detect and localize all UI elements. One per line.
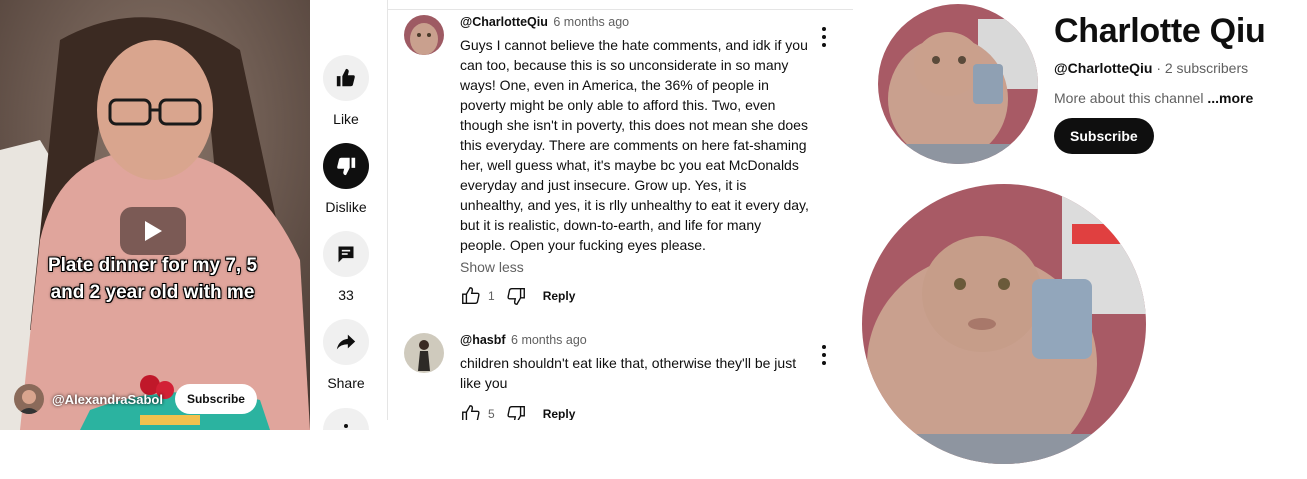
comment-header: @CharlotteQiu 6 months ago xyxy=(460,15,810,29)
comment-like-count: 1 xyxy=(488,289,495,303)
comments-count: 33 xyxy=(338,287,354,303)
reply-button[interactable]: Reply xyxy=(543,289,576,303)
channel-about[interactable]: More about this channel ...more xyxy=(1054,90,1253,106)
shorts-video-player[interactable]: Plate dinner for my 7, 5 and 2 year old … xyxy=(0,0,310,430)
channel-about-more-link[interactable]: ...more xyxy=(1207,90,1253,106)
panel-divider xyxy=(387,0,388,420)
channel-avatar-large xyxy=(862,184,1146,464)
comments-top-divider xyxy=(388,9,853,10)
comment-menu-icon[interactable] xyxy=(816,345,832,365)
play-icon xyxy=(145,221,162,241)
comment-thread-1: @CharlotteQiu 6 months ago Guys I cannot… xyxy=(404,15,844,315)
comment-thread-2: @hasbf 6 months ago children shouldn't e… xyxy=(404,333,844,433)
channel-name: Charlotte Qiu xyxy=(1054,12,1266,50)
more-vert-icon xyxy=(344,424,348,428)
channel-card-avatar[interactable] xyxy=(878,4,1038,164)
comment-menu-icon[interactable] xyxy=(816,27,832,47)
comment-actions: 1 Reply xyxy=(460,285,810,307)
comment-author[interactable]: @CharlotteQiu xyxy=(460,15,548,29)
youtube-shorts-screenshot: Plate dinner for my 7, 5 and 2 year old … xyxy=(0,0,1307,479)
comment-icon xyxy=(338,246,354,263)
comment-dislike-icon[interactable] xyxy=(505,285,527,307)
caption-line-2: and 2 year old with me xyxy=(50,282,255,303)
comment-text: Guys I cannot believe the hate comments,… xyxy=(460,37,809,253)
comment-timestamp[interactable]: 6 months ago xyxy=(511,333,587,347)
channel-subscribe-button[interactable]: Subscribe xyxy=(1054,118,1154,154)
more-actions-button[interactable] xyxy=(323,408,369,430)
share-action: Share xyxy=(318,319,374,391)
channel-handle: @CharlotteQiu xyxy=(1054,60,1153,76)
comment-header: @hasbf 6 months ago xyxy=(460,333,810,347)
comment-body: @hasbf 6 months ago children shouldn't e… xyxy=(460,333,810,425)
share-arrow-icon xyxy=(336,334,356,350)
dislike-label: Dislike xyxy=(325,199,367,215)
video-channel-row: @AlexandraSabol Subscribe xyxy=(14,384,257,414)
comment-author[interactable]: @hasbf xyxy=(460,333,506,347)
video-subscribe-button[interactable]: Subscribe xyxy=(174,384,257,414)
comments-button[interactable] xyxy=(323,231,369,277)
show-less-button[interactable]: Show less xyxy=(460,259,810,275)
comment-timestamp[interactable]: 6 months ago xyxy=(553,15,629,29)
comment-avatar[interactable] xyxy=(404,15,444,55)
reply-button[interactable]: Reply xyxy=(543,407,576,421)
like-label: Like xyxy=(333,111,359,127)
share-button[interactable] xyxy=(323,319,369,365)
dislike-button[interactable] xyxy=(323,143,369,189)
shorts-action-bar: Like Dislike 33 Share xyxy=(318,0,374,430)
comment-body: @CharlotteQiu 6 months ago Guys I cannot… xyxy=(460,15,810,307)
thumbs-up-icon xyxy=(336,68,355,87)
play-button[interactable] xyxy=(120,207,186,255)
thumbs-down-icon xyxy=(337,157,356,176)
share-label: Share xyxy=(327,375,365,391)
comment-text: children shouldn't eat like that, otherw… xyxy=(460,355,797,391)
channel-about-text: More about this channel xyxy=(1054,90,1208,106)
video-channel-handle[interactable]: @AlexandraSabol xyxy=(52,392,163,407)
subscriber-count: · 2 subscribers xyxy=(1156,60,1249,76)
comment-avatar[interactable] xyxy=(404,333,444,373)
comments-action: 33 xyxy=(318,231,374,303)
video-caption: Plate dinner for my 7, 5 and 2 year old … xyxy=(10,252,295,306)
comment-like-icon[interactable] xyxy=(460,285,482,307)
comments-clip-mask xyxy=(388,420,858,479)
channel-meta: @CharlotteQiu · 2 subscribers xyxy=(1054,60,1248,76)
like-action: Like xyxy=(318,55,374,127)
dislike-action: Dislike xyxy=(318,143,374,215)
caption-line-1: Plate dinner for my 7, 5 xyxy=(47,255,258,276)
channel-avatar[interactable] xyxy=(14,384,44,414)
comment-like-count: 5 xyxy=(488,407,495,421)
like-button[interactable] xyxy=(323,55,369,101)
